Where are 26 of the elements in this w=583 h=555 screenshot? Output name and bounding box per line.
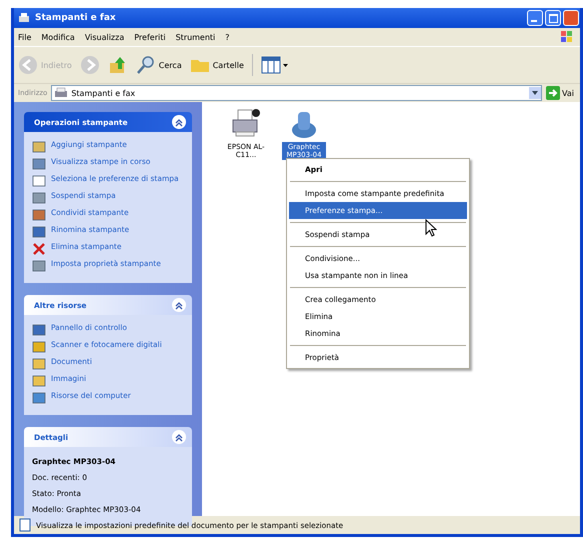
- go-arrow-icon: [546, 86, 560, 100]
- menu-item[interactable]: Strumenti: [176, 32, 216, 42]
- dropdown-caret-icon[interactable]: [531, 89, 540, 97]
- collapse-icon[interactable]: [172, 298, 186, 312]
- maximize-button[interactable]: [545, 10, 561, 26]
- window-title: Stampanti e fax: [35, 13, 117, 23]
- menu-item[interactable]: File: [18, 32, 32, 42]
- menu-item[interactable]: Modifica: [41, 32, 75, 42]
- menu-item[interactable]: Visualizza: [84, 32, 124, 42]
- folders-button[interactable]: Cartelle: [190, 55, 244, 75]
- collapse-icon[interactable]: [172, 115, 186, 129]
- menu-item[interactable]: Preferiti: [134, 32, 166, 42]
- search-icon: [136, 55, 156, 75]
- mouse-pointer-icon: [425, 219, 437, 237]
- close-button[interactable]: [563, 10, 579, 26]
- search-button[interactable]: Cerca: [136, 55, 182, 75]
- menu-item[interactable]: ?: [225, 32, 230, 42]
- go-button[interactable]: Vai: [546, 86, 576, 100]
- windows-logo-icon: [560, 30, 574, 44]
- document-icon: [32, 174, 46, 188]
- address-field[interactable]: Stampanti e fax: [51, 85, 542, 101]
- document-icon: [19, 518, 31, 532]
- collapse-icon[interactable]: [172, 430, 186, 444]
- minimize-button[interactable]: [527, 10, 543, 26]
- delete-icon: [32, 242, 46, 256]
- views-icon[interactable]: [260, 55, 289, 75]
